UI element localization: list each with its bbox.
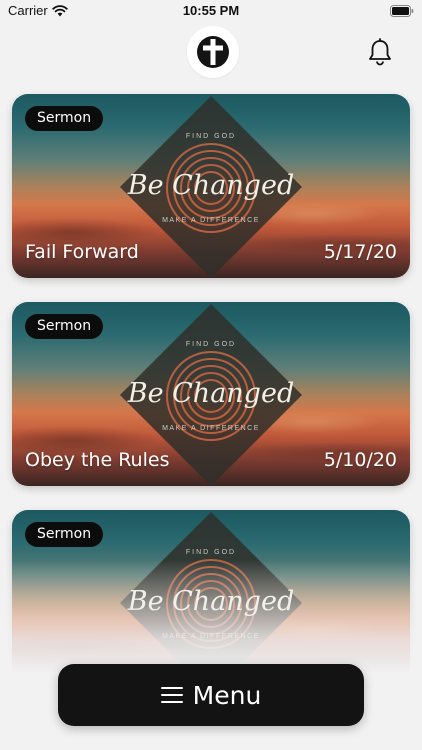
menu-button[interactable]: Menu: [58, 664, 364, 726]
sermon-card[interactable]: FIND GOD Be Changed MAKE A DIFFERENCE Se…: [12, 302, 410, 486]
sermon-card[interactable]: FIND GOD Be Changed MAKE A DIFFERENCE Se…: [12, 94, 410, 278]
battery-icon: [390, 5, 414, 17]
status-time: 10:55 PM: [182, 3, 240, 18]
church-logo[interactable]: [187, 26, 239, 78]
sermon-title: Fail Forward: [25, 241, 139, 263]
emblem-top-text: FIND GOD: [186, 341, 236, 348]
emblem-top-text: FIND GOD: [186, 549, 236, 556]
sermon-date: 5/17/20: [323, 241, 397, 263]
cross-logo-icon: [197, 36, 229, 68]
sermon-badge: Sermon: [25, 522, 104, 547]
emblem-title: Be Changed: [127, 378, 294, 409]
bell-icon[interactable]: [367, 38, 393, 66]
status-bar: Carrier 10:55 PM: [0, 0, 422, 22]
sermon-badge: Sermon: [25, 314, 104, 339]
sermon-badge: Sermon: [25, 106, 104, 131]
sermon-title: Obey the Rules: [25, 449, 170, 471]
sermon-date: 5/10/20: [323, 449, 397, 471]
emblem-bottom-text: MAKE A DIFFERENCE: [162, 425, 260, 432]
menu-label: Menu: [192, 680, 262, 710]
emblem-top-text: FIND GOD: [186, 133, 236, 140]
emblem-bottom-text: MAKE A DIFFERENCE: [162, 217, 260, 224]
emblem-title: Be Changed: [127, 170, 294, 201]
hamburger-icon: [160, 687, 183, 703]
